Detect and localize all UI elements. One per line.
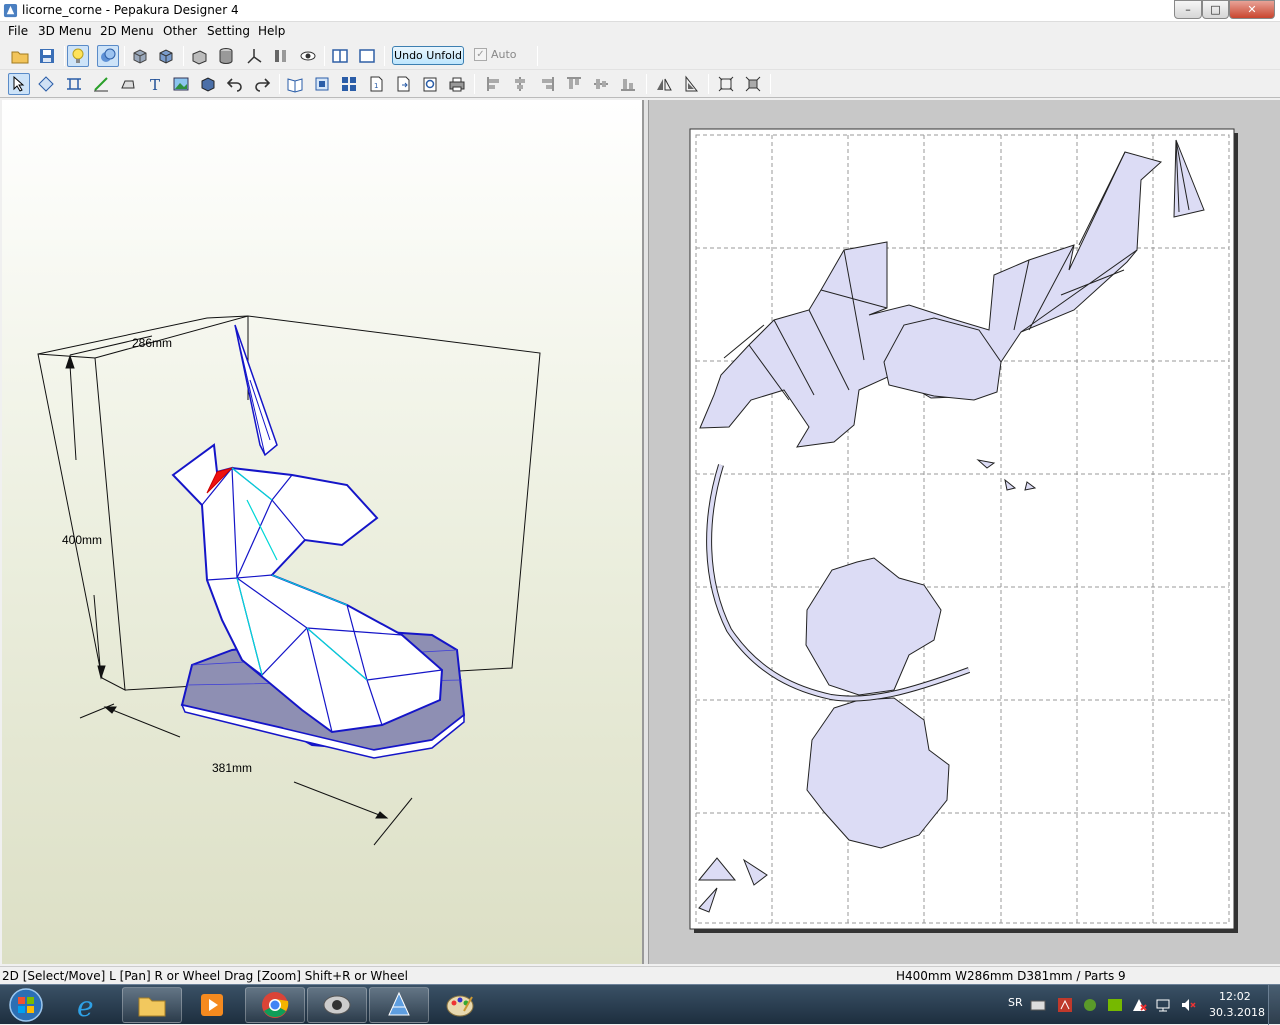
single-view-icon[interactable]: [356, 45, 378, 67]
menu-other[interactable]: Other: [163, 24, 197, 38]
slab-icon[interactable]: [270, 45, 292, 67]
close-button[interactable]: ✕: [1229, 0, 1275, 19]
texture-toggle-icon[interactable]: [97, 45, 119, 67]
taskbar-chrome[interactable]: [245, 987, 305, 1023]
folder-icon: [138, 997, 166, 1017]
title-bar: licorne_corne - Pepakura Designer 4 – □ …: [0, 0, 1280, 22]
taskbar-internet-explorer[interactable]: e: [58, 987, 118, 1023]
flip-horizontal-icon[interactable]: [653, 73, 675, 95]
maximize-button[interactable]: □: [1202, 0, 1229, 19]
taskbar-media-player[interactable]: [182, 987, 242, 1023]
windows-taskbar: e SR 12:02 30.3.2018: [0, 984, 1280, 1025]
menu-3d[interactable]: 3D Menu: [38, 24, 92, 38]
image-icon[interactable]: [170, 73, 192, 95]
align-bottom-icon[interactable]: [617, 73, 639, 95]
align-left-icon[interactable]: [483, 73, 505, 95]
status-mode-text: 2D [Select/Move] L [Pan] R or Wheel Drag…: [2, 969, 408, 983]
menu-2d[interactable]: 2D Menu: [100, 24, 154, 38]
2d-view-panel[interactable]: [649, 100, 1280, 964]
menu-help[interactable]: Help: [258, 24, 285, 38]
box-icon[interactable]: [188, 45, 210, 67]
lightbulb-icon[interactable]: [67, 45, 89, 67]
paint-icon: [446, 995, 474, 1017]
dim-height-label: 400mm: [62, 533, 102, 547]
dim-depth-label: 286mm: [132, 336, 172, 350]
select-move-icon[interactable]: [8, 73, 30, 95]
antivirus-icon[interactable]: [1082, 997, 1098, 1013]
arrange-icon[interactable]: [311, 73, 333, 95]
action-center-icon[interactable]: [1131, 997, 1147, 1013]
media-player-icon: [201, 994, 223, 1016]
cylinder-icon[interactable]: [215, 45, 237, 67]
cube-side-icon[interactable]: [155, 45, 177, 67]
print-icon[interactable]: [446, 73, 468, 95]
status-dimensions-text: H400mm W286mm D381mm / Parts 9: [896, 969, 1126, 983]
svg-text:e: e: [77, 990, 94, 1021]
join-edge-icon[interactable]: [63, 73, 85, 95]
axis-icon[interactable]: [243, 45, 265, 67]
export-icon[interactable]: [392, 73, 414, 95]
window-title: licorne_corne - Pepakura Designer 4: [22, 3, 239, 17]
save-icon[interactable]: [36, 45, 58, 67]
pepakura-viewer-icon: [323, 995, 351, 1015]
volume-muted-icon[interactable]: [1180, 997, 1196, 1013]
nvidia-icon[interactable]: [1107, 997, 1123, 1013]
pepakura-app-icon[interactable]: [3, 3, 18, 18]
open-icon[interactable]: [9, 45, 31, 67]
menu-file[interactable]: File: [8, 24, 28, 38]
svg-text:T: T: [150, 76, 160, 93]
fit-parts-icon[interactable]: [742, 73, 764, 95]
menu-bar: File 3D Menu 2D Menu Other Setting Help: [0, 22, 1280, 42]
pepakura-designer-icon: [388, 991, 410, 1016]
flap-icon[interactable]: [117, 73, 139, 95]
auto-label: Auto: [491, 48, 517, 61]
taskbar-pepakura-designer[interactable]: [369, 987, 429, 1023]
draw-line-icon[interactable]: [90, 73, 112, 95]
taskbar-pepakura-viewer[interactable]: [307, 987, 367, 1023]
align-center-icon[interactable]: [509, 73, 531, 95]
clock-time[interactable]: 12:02: [1219, 990, 1251, 1003]
auto-checkbox[interactable]: ✓: [474, 48, 487, 61]
undo-icon[interactable]: [224, 73, 246, 95]
start-orb-icon[interactable]: [4, 986, 48, 1024]
pdf-reader-icon[interactable]: [1057, 997, 1073, 1013]
show-desktop-button[interactable]: [1268, 985, 1280, 1025]
3d-model-canvas[interactable]: 286mm 400mm 381mm: [2, 100, 643, 964]
flip-vertical-icon[interactable]: [680, 73, 702, 95]
grid-arrange-icon[interactable]: [338, 73, 360, 95]
clock-date[interactable]: 30.3.2018: [1209, 1006, 1265, 1019]
svg-text:1: 1: [374, 82, 378, 90]
align-top-icon[interactable]: [563, 73, 585, 95]
align-right-icon[interactable]: [536, 73, 558, 95]
main-toolbar: Undo Unfold ✓ Auto: [0, 42, 1280, 70]
split-view-icon[interactable]: [329, 45, 351, 67]
cube-front-icon[interactable]: [129, 45, 151, 67]
2d-pattern-canvas[interactable]: [649, 100, 1280, 964]
redo-icon[interactable]: [251, 73, 273, 95]
align-middle-icon[interactable]: [590, 73, 612, 95]
menu-setting[interactable]: Setting: [207, 24, 250, 38]
taskbar-explorer[interactable]: [122, 987, 182, 1023]
internet-explorer-icon: e: [77, 990, 94, 1021]
3d-part-icon[interactable]: [197, 73, 219, 95]
status-bar: 2D [Select/Move] L [Pan] R or Wheel Drag…: [0, 966, 1280, 984]
tray-language[interactable]: SR: [1008, 996, 1023, 1009]
page-number-icon[interactable]: 1: [365, 73, 387, 95]
dim-width-label: 381mm: [212, 761, 252, 775]
keyboard-icon[interactable]: [1030, 997, 1046, 1013]
chrome-icon: [262, 992, 289, 1018]
print-preview-icon[interactable]: [419, 73, 441, 95]
eye-icon[interactable]: [297, 45, 319, 67]
taskbar-paint[interactable]: [430, 987, 490, 1023]
edit-toolbar: T 1: [0, 70, 1280, 98]
3d-view-panel[interactable]: 286mm 400mm 381mm: [2, 100, 643, 964]
undo-unfold-button[interactable]: Undo Unfold: [392, 46, 464, 65]
minimize-button[interactable]: –: [1174, 0, 1202, 19]
text-icon[interactable]: T: [144, 73, 166, 95]
network-icon[interactable]: [1155, 997, 1171, 1013]
rotate-part-icon[interactable]: [35, 73, 57, 95]
horn-model: [234, 324, 278, 457]
book-icon[interactable]: [284, 73, 306, 95]
fit-page-icon[interactable]: [715, 73, 737, 95]
